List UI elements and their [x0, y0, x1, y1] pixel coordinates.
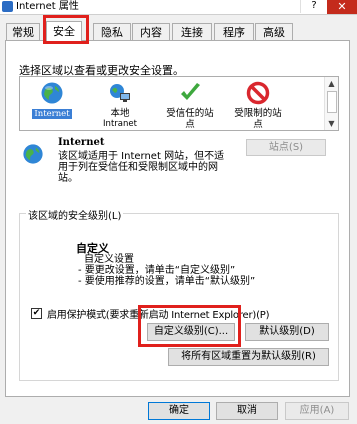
ok-button[interactable]: 确定	[148, 402, 210, 420]
security-level-line: - 要使用推荐的设置，请单击“默认级别”	[78, 276, 256, 287]
checkmark-icon	[178, 81, 202, 105]
zone-restricted-sites[interactable]: 受限制的站 点	[228, 81, 288, 130]
sites-button[interactable]: 站点(S)	[246, 139, 326, 156]
restricted-icon	[246, 81, 270, 105]
app-icon	[2, 1, 13, 12]
default-level-button[interactable]: 默认级别(D)	[245, 323, 329, 341]
zone-label-intranet-1: 本地	[110, 108, 130, 119]
security-level-line: 自定义设置	[84, 254, 134, 265]
zone-trusted-sites[interactable]: 受信任的站 点	[160, 81, 220, 130]
zone-label-trusted-1: 受信任的站	[166, 108, 214, 119]
tab-programs[interactable]: 程序	[214, 23, 254, 41]
tab-advanced[interactable]: 高级	[255, 23, 293, 41]
zone-label-intranet-2: Intranet	[103, 119, 137, 129]
intranet-icon	[108, 81, 132, 105]
reset-all-zones-button[interactable]: 将所有区域重置为默认级别(R)	[168, 348, 329, 366]
zone-info-name: Internet	[58, 137, 105, 148]
tab-privacy[interactable]: 隐私	[93, 23, 131, 41]
zone-label-restricted-1: 受限制的站	[234, 108, 282, 119]
security-level-line: - 要更改设置，请单击“自定义级别”	[78, 265, 236, 276]
tab-content[interactable]: 内容	[132, 23, 170, 41]
zone-local-intranet[interactable]: 本地 Intranet	[90, 81, 150, 130]
tab-security[interactable]: 安全	[46, 21, 82, 41]
zone-label-trusted-2: 点	[185, 119, 195, 130]
close-button[interactable]: ✕	[327, 0, 357, 14]
globe-icon	[40, 81, 64, 105]
custom-level-button[interactable]: 自定义级别(C)...	[147, 323, 235, 341]
zone-list: Internet 本地 Intranet 受信任的站 点 受限制的站 点 ▲ ▼	[19, 76, 339, 131]
security-panel: 选择区域以查看或更改安全设置。 Internet 本地 Intranet 受信任…	[5, 40, 350, 397]
tab-connections[interactable]: 连接	[172, 23, 212, 41]
protected-mode-checkbox[interactable]: ✔	[31, 308, 42, 319]
zone-info-globe-icon	[22, 143, 44, 165]
cancel-button[interactable]: 取消	[216, 402, 278, 420]
scroll-down-icon[interactable]: ▼	[325, 117, 338, 130]
apply-button[interactable]: 应用(A)	[285, 402, 349, 420]
title-bar: Internet 属性 ? ✕	[0, 0, 357, 15]
scroll-thumb[interactable]	[327, 91, 337, 113]
zone-info-description: 该区域适用于 Internet 网站，但不适用于列在受信任和受限制区域中的网站。	[58, 151, 225, 184]
zone-internet[interactable]: Internet	[22, 81, 82, 120]
scroll-up-icon[interactable]: ▲	[325, 77, 338, 90]
security-level-group-label: 该区域的安全级别(L)	[26, 207, 124, 222]
zone-label-restricted-2: 点	[253, 119, 263, 130]
tab-general[interactable]: 常规	[6, 23, 40, 41]
protected-mode-label: 启用保护模式(要求重新启动 Internet Explorer)(P)	[47, 310, 270, 321]
zone-scrollbar[interactable]: ▲ ▼	[324, 77, 338, 130]
help-button[interactable]: ?	[300, 0, 327, 13]
window-title: Internet 属性	[16, 1, 79, 12]
